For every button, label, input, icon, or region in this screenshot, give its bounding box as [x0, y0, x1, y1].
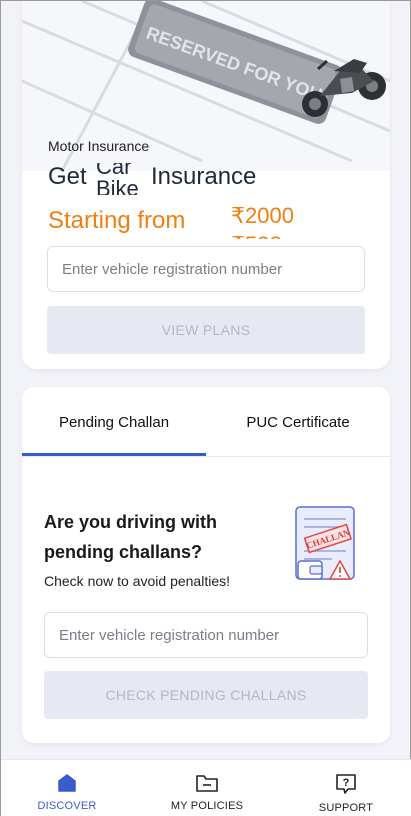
starting-price: Starting from ₹2000 ₹538 — [48, 203, 378, 239]
tab-pending-challan[interactable]: Pending Challan — [22, 387, 206, 457]
nav-discover-label: DISCOVER — [37, 800, 97, 812]
svg-text:?: ? — [343, 777, 350, 789]
help-chat-icon: ? — [336, 774, 356, 794]
price-bottom: ₹538 — [231, 230, 294, 239]
motor-insurance-card: RESERVED FOR YOU Motor Insurance Get Car… — [22, 1, 390, 369]
insurance-type-label: Motor Insurance — [48, 138, 150, 154]
check-pending-challans-button[interactable]: CHECK PENDING CHALLANS — [44, 671, 368, 719]
tab-bar: Pending Challan PUC Certificate — [22, 387, 390, 457]
view-plans-button[interactable]: VIEW PLANS — [47, 306, 365, 354]
headline-insurance: Insurance — [151, 163, 257, 190]
headline-get: Get — [48, 163, 87, 190]
nav-discover[interactable]: DISCOVER — [31, 760, 103, 816]
headline-vehicle-bike: Bike — [96, 176, 139, 196]
home-icon — [58, 774, 76, 792]
starting-label: Starting from — [48, 207, 186, 234]
active-tab-indicator — [22, 453, 206, 456]
price-rotator: ₹2000 ₹538 — [231, 203, 294, 239]
bottom-navigation: DISCOVER MY POLICIES ? SUPPORT — [1, 759, 411, 816]
folder-icon — [196, 775, 218, 792]
nav-my-policies[interactable]: MY POLICIES — [166, 760, 248, 816]
headline-vehicle-rotator: Car Bike — [96, 163, 139, 195]
nav-support-label: SUPPORT — [318, 802, 374, 814]
insurance-headline: Get Car Bike Insurance — [48, 163, 378, 195]
nav-support[interactable]: ? SUPPORT — [311, 760, 381, 816]
nav-my-policies-label: MY POLICIES — [170, 800, 244, 812]
challan-card: Pending Challan PUC Certificate Are you … — [22, 387, 390, 743]
tab-puc-certificate[interactable]: PUC Certificate — [206, 387, 390, 457]
price-top: ₹2000 — [231, 203, 294, 228]
challan-question: Are you driving with pending challans? — [44, 512, 218, 562]
challan-registration-input[interactable]: Enter vehicle registration number — [44, 612, 368, 658]
tab-divider — [22, 456, 390, 457]
vehicle-registration-input[interactable]: Enter vehicle registration number — [47, 246, 365, 292]
challan-illustration: CHALLAN — [292, 505, 358, 590]
challan-subtitle: Check now to avoid penalties! — [44, 573, 230, 589]
